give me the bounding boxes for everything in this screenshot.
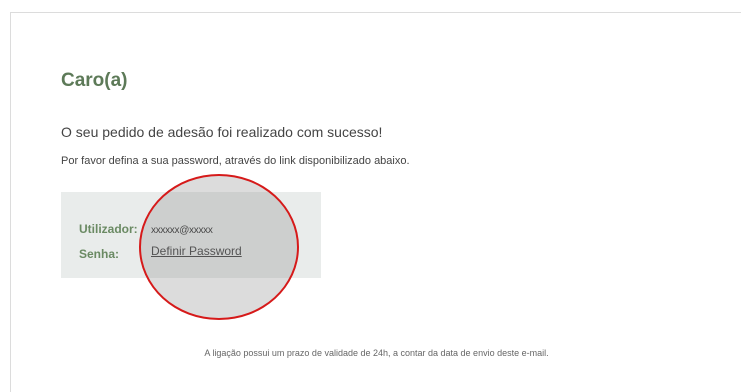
username-label: Utilizador:	[79, 222, 138, 236]
email-card: Caro(a) O seu pedido de adesão foi reali…	[10, 12, 741, 392]
credentials-box: Utilizador: xxxxxx@xxxxx Senha: Definir …	[61, 192, 321, 278]
define-password-link[interactable]: Definir Password	[151, 244, 242, 258]
success-message: O seu pedido de adesão foi realizado com…	[61, 124, 383, 140]
username-value: xxxxxx@xxxxx	[151, 225, 213, 236]
validity-note: A ligação possui um prazo de validade de…	[204, 348, 549, 358]
password-label: Senha:	[79, 247, 120, 261]
greeting-heading: Caro(a)	[61, 70, 128, 91]
instructions-text: Por favor defina a sua password, através…	[61, 155, 410, 167]
